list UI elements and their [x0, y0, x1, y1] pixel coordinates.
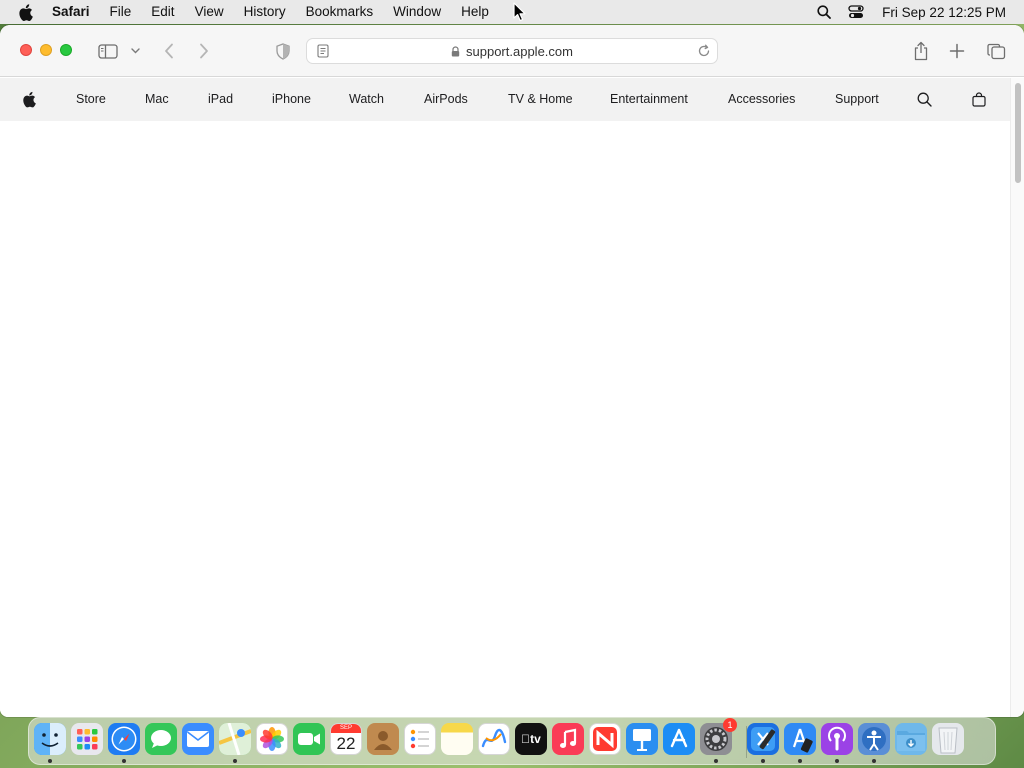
- back-button[interactable]: [160, 39, 178, 63]
- url-text: support.apple.com: [466, 43, 573, 59]
- apple-logo-icon[interactable]: [22, 78, 36, 121]
- calendar-day-label: 22: [336, 734, 356, 753]
- facetime-icon[interactable]: [293, 723, 325, 755]
- keynote-icon[interactable]: [626, 723, 658, 755]
- nav-watch-link[interactable]: Watch: [349, 78, 384, 121]
- app-store-icon[interactable]: [663, 723, 695, 755]
- reminders-icon[interactable]: [404, 723, 436, 755]
- menu-bookmarks[interactable]: Bookmarks: [296, 0, 384, 24]
- finder-icon[interactable]: [34, 723, 66, 755]
- search-icon[interactable]: [917, 78, 933, 121]
- running-indicator: [761, 759, 765, 763]
- menu-app-name[interactable]: Safari: [52, 0, 100, 24]
- nav-accessories-link[interactable]: Accessories: [728, 78, 795, 121]
- menu-help[interactable]: Help: [451, 0, 499, 24]
- tab-overview-icon[interactable]: [985, 39, 1007, 63]
- nav-airpods-link[interactable]: AirPods: [424, 78, 468, 121]
- share-icon[interactable]: [911, 39, 931, 63]
- nav-tv-home-link[interactable]: TV & Home: [508, 78, 573, 121]
- apple-global-nav: Store Mac iPad iPhone Watch AirPods TV &…: [0, 78, 1010, 121]
- minimize-window-button[interactable]: [40, 44, 52, 56]
- dock: SEP22 tv 1: [28, 717, 996, 765]
- forward-button[interactable]: [195, 39, 213, 63]
- window-controls: [20, 44, 72, 56]
- nav-entertainment-link[interactable]: Entertainment: [610, 78, 688, 121]
- sidebar-toggle-icon[interactable]: [96, 39, 120, 63]
- xcode-icon[interactable]: [747, 723, 779, 755]
- accessibility-inspector-icon[interactable]: [858, 723, 890, 755]
- messages-icon[interactable]: [145, 723, 177, 755]
- shopping-bag-icon[interactable]: [972, 78, 988, 121]
- vertical-scrollbar[interactable]: [1010, 78, 1024, 717]
- lock-icon: [451, 45, 461, 57]
- running-indicator: [714, 759, 718, 763]
- mouse-cursor-icon: [513, 2, 526, 22]
- scrollbar-thumb[interactable]: [1015, 83, 1021, 183]
- address-bar[interactable]: support.apple.com: [306, 38, 718, 64]
- safari-toolbar: support.apple.com: [0, 25, 1024, 77]
- running-indicator: [48, 759, 52, 763]
- running-indicator: [798, 759, 802, 763]
- calendar-month-label: SEP: [331, 724, 361, 733]
- control-center-icon[interactable]: [840, 0, 872, 24]
- contacts-icon[interactable]: [367, 723, 399, 755]
- nav-support-link[interactable]: Support: [835, 78, 879, 121]
- running-indicator: [872, 759, 876, 763]
- maps-icon[interactable]: [219, 723, 251, 755]
- trash-icon[interactable]: [932, 723, 964, 755]
- chevron-down-icon[interactable]: [129, 39, 141, 63]
- running-indicator: [122, 759, 126, 763]
- freeform-icon[interactable]: [478, 723, 510, 755]
- page-content-area: [0, 121, 1010, 717]
- new-tab-plus-icon[interactable]: [947, 39, 967, 63]
- simulator-icon[interactable]: [784, 723, 816, 755]
- calendar-icon[interactable]: SEP 22: [330, 723, 362, 755]
- reload-icon[interactable]: [697, 44, 711, 58]
- downloads-folder-icon[interactable]: [895, 723, 927, 755]
- nav-ipad-link[interactable]: iPad: [208, 78, 233, 121]
- menu-window[interactable]: Window: [383, 0, 451, 24]
- apple-menu-icon[interactable]: [18, 3, 34, 21]
- photos-icon[interactable]: [256, 723, 288, 755]
- menu-file[interactable]: File: [100, 0, 142, 24]
- safari-icon[interactable]: [108, 723, 140, 755]
- spotlight-search-icon[interactable]: [808, 0, 840, 24]
- apple-tv-label: tv: [521, 732, 541, 746]
- menu-bar: Safari File Edit View History Bookmarks …: [0, 0, 1024, 24]
- privacy-report-shield-icon[interactable]: [273, 39, 293, 63]
- menu-history[interactable]: History: [234, 0, 296, 24]
- mail-icon[interactable]: [182, 723, 214, 755]
- tv-icon[interactable]: tv: [515, 723, 547, 755]
- nav-mac-link[interactable]: Mac: [145, 78, 169, 121]
- nav-store-link[interactable]: Store: [76, 78, 106, 121]
- zoom-window-button[interactable]: [60, 44, 72, 56]
- launchpad-icon[interactable]: [71, 723, 103, 755]
- running-indicator: [233, 759, 237, 763]
- nav-iphone-link[interactable]: iPhone: [272, 78, 311, 121]
- running-indicator: [835, 759, 839, 763]
- menu-edit[interactable]: Edit: [141, 0, 184, 24]
- news-icon[interactable]: [589, 723, 621, 755]
- menu-view[interactable]: View: [185, 0, 234, 24]
- notification-badge: 1: [723, 718, 737, 732]
- music-icon[interactable]: [552, 723, 584, 755]
- menubar-clock[interactable]: Fri Sep 22 12:25 PM: [872, 5, 1024, 20]
- page-menu-icon[interactable]: [316, 44, 330, 58]
- notes-icon[interactable]: [441, 723, 473, 755]
- close-window-button[interactable]: [20, 44, 32, 56]
- podcasts-icon[interactable]: [821, 723, 853, 755]
- safari-window: support.apple.com Store Mac iPad iPhone …: [0, 25, 1024, 717]
